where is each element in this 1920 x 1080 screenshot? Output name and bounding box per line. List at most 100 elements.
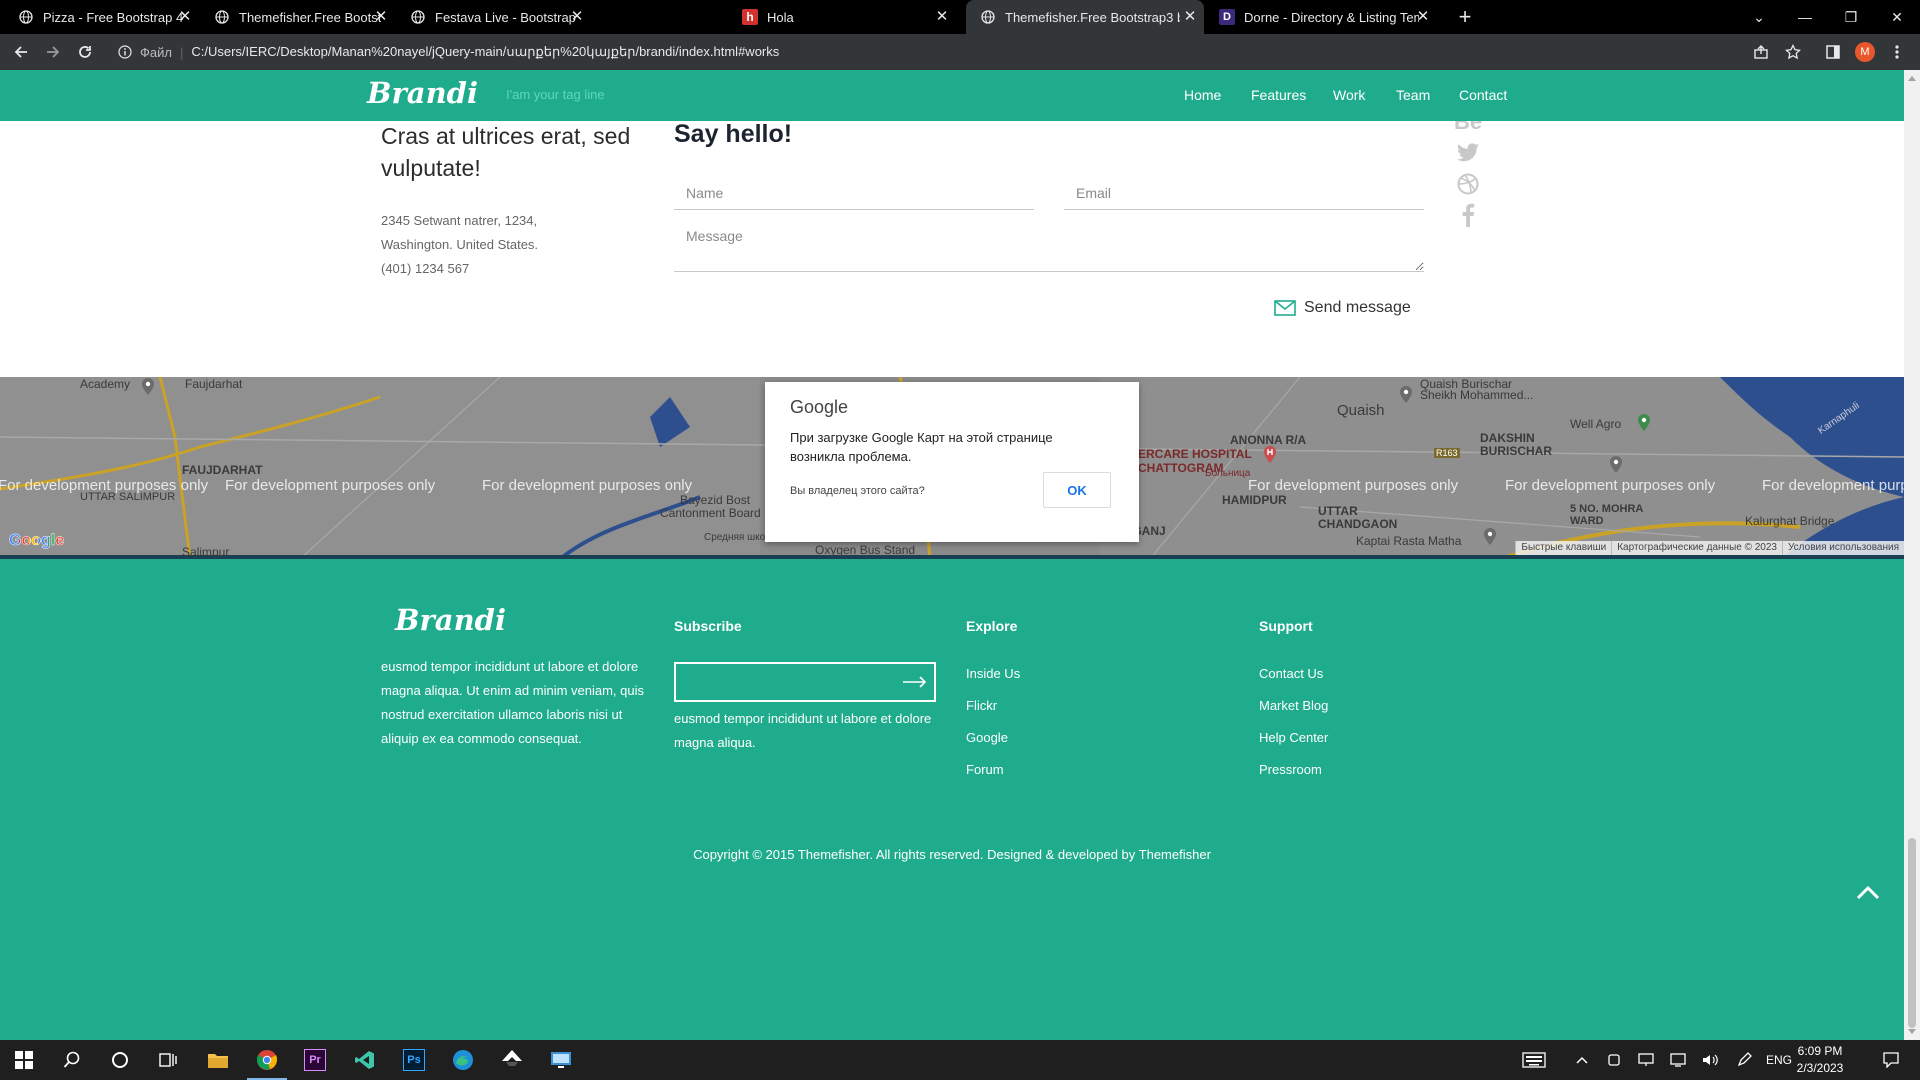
name-field[interactable]	[674, 176, 1034, 210]
browser-tab-active[interactable]: Themefisher.Free Bootstrap3 based ✕	[966, 0, 1204, 34]
map-pin-icon[interactable]	[1398, 385, 1414, 405]
bookmark-star-icon[interactable]	[1781, 40, 1805, 64]
info-icon[interactable]	[116, 43, 134, 61]
close-window-button[interactable]: ✕	[1874, 0, 1920, 34]
scrollbar-thumb[interactable]	[1908, 838, 1916, 1028]
site-tagline: I'am your tag line	[506, 87, 605, 102]
keyboard-icon[interactable]	[1517, 1040, 1551, 1080]
message-field[interactable]	[674, 222, 1424, 272]
vscode-icon[interactable]	[341, 1040, 389, 1080]
keyboard-shortcuts-link[interactable]: Быстрые клавиши	[1515, 541, 1611, 555]
footer-link-inside-us[interactable]: Inside Us	[966, 666, 1020, 681]
nav-team[interactable]: Team	[1396, 87, 1430, 103]
phone-number: (401) 1234 567	[381, 261, 470, 276]
dialog-message: При загрузке Google Карт на этой страниц…	[790, 430, 1053, 464]
back-button[interactable]	[9, 40, 33, 64]
side-panel-icon[interactable]	[1821, 40, 1845, 64]
close-tab-icon[interactable]: ✕	[569, 9, 585, 25]
browser-tab[interactable]: Festava Live - Bootstrap 5 CSS Template …	[396, 0, 591, 34]
site-logo[interactable]: Brandi	[367, 76, 478, 110]
page-scrollbar[interactable]	[1904, 70, 1920, 1040]
cortana-icon[interactable]	[96, 1040, 144, 1080]
inkscape-icon[interactable]	[488, 1040, 536, 1080]
start-icon[interactable]	[0, 1040, 48, 1080]
meet-now-icon[interactable]	[1602, 1040, 1626, 1080]
dribbble-icon[interactable]	[1453, 171, 1483, 197]
edge-icon[interactable]	[439, 1040, 487, 1080]
site-owner-link[interactable]: Вы владелец этого сайта?	[790, 485, 925, 497]
chevron-up-icon[interactable]	[1570, 1040, 1594, 1080]
footer-logo[interactable]: Brandi	[395, 603, 506, 637]
footer-link-help-center[interactable]: Help Center	[1259, 730, 1328, 745]
footer-link-flickr[interactable]: Flickr	[966, 698, 997, 713]
system-clock[interactable]: 6:09 PM 2/3/2023	[1790, 1043, 1850, 1077]
new-tab-button[interactable]: +	[1453, 5, 1477, 29]
network-icon[interactable]	[1634, 1040, 1658, 1080]
twitter-icon[interactable]	[1453, 140, 1483, 166]
map-pin-icon[interactable]	[140, 377, 156, 397]
close-tab-icon[interactable]: ✕	[1182, 9, 1198, 25]
back-to-top-button[interactable]	[1852, 879, 1884, 907]
terms-link[interactable]: Условия использования	[1782, 541, 1904, 555]
notifications-icon[interactable]	[1874, 1040, 1908, 1080]
footer-link-contact-us[interactable]: Contact Us	[1259, 666, 1323, 681]
volume-icon[interactable]	[1698, 1040, 1722, 1080]
map-attribution: Быстрые клавиши Картографические данные …	[1515, 541, 1904, 555]
share-icon[interactable]	[1749, 40, 1773, 64]
close-tab-icon[interactable]: ✕	[177, 9, 193, 25]
premiere-icon[interactable]: Pr	[291, 1040, 339, 1080]
browser-tab[interactable]: D Dorne - Directory & Listing Template ✕	[1205, 0, 1437, 34]
profile-avatar[interactable]: M	[1855, 42, 1875, 62]
google-maps-logo[interactable]: Google	[9, 532, 65, 550]
display-icon[interactable]	[1666, 1040, 1690, 1080]
facebook-icon[interactable]	[1453, 202, 1483, 228]
footer-link-google[interactable]: Google	[966, 730, 1008, 745]
forward-button[interactable]	[41, 40, 65, 64]
browser-tab[interactable]: Pizza - Free Bootstrap 4 Template ✕	[4, 0, 199, 34]
subscribe-email-input[interactable]	[674, 662, 936, 702]
restore-button[interactable]: ❐	[1828, 0, 1874, 34]
url-text[interactable]: C:/Users/IERC/Desktop/Manan%20nayel/jQue…	[191, 44, 779, 60]
nav-work[interactable]: Work	[1333, 87, 1365, 103]
contact-heading: Cras at ultrices erat, sed vulputate!	[381, 123, 631, 181]
close-tab-icon[interactable]: ✕	[1415, 9, 1431, 25]
footer-link-market-blog[interactable]: Market Blog	[1259, 698, 1328, 713]
close-tab-icon[interactable]: ✕	[934, 9, 950, 25]
map-label: Faujdarhat	[185, 377, 243, 391]
browser-menu-icon[interactable]	[1885, 40, 1909, 64]
nav-contact[interactable]: Contact	[1459, 87, 1507, 103]
task-view-icon[interactable]	[144, 1040, 192, 1080]
chrome-icon[interactable]	[243, 1040, 291, 1080]
address-bar[interactable]: Файл | C:/Users/IERC/Desktop/Manan%20nay…	[108, 38, 1808, 66]
file-explorer-icon[interactable]	[194, 1040, 242, 1080]
tab-search-icon[interactable]: ⌄	[1736, 0, 1782, 34]
email-field[interactable]	[1064, 176, 1424, 210]
map-label: DAKSHIN BURISCHAR	[1480, 431, 1552, 458]
tab-title: Festava Live - Bootstrap 5 CSS Template	[435, 9, 577, 25]
globe-icon	[410, 9, 426, 25]
reload-button[interactable]	[73, 40, 97, 64]
photoshop-icon[interactable]: Ps	[390, 1040, 438, 1080]
scroll-up-icon[interactable]	[1908, 76, 1916, 81]
subscribe-submit-button[interactable]	[898, 667, 932, 697]
close-tab-icon[interactable]: ✕	[373, 9, 389, 25]
pen-icon[interactable]	[1732, 1040, 1756, 1080]
search-icon[interactable]	[48, 1040, 96, 1080]
nav-features[interactable]: Features	[1251, 87, 1306, 103]
map-pin-icon[interactable]	[1482, 527, 1498, 547]
scroll-down-icon[interactable]	[1908, 1029, 1916, 1034]
map-label: Kaptai Rasta Matha	[1356, 534, 1462, 548]
send-message-button[interactable]: Send message	[1274, 294, 1411, 322]
remote-desktop-icon[interactable]	[537, 1040, 585, 1080]
form-title: Say hello!	[674, 120, 793, 148]
park-pin-icon[interactable]	[1636, 413, 1652, 433]
footer-link-pressroom[interactable]: Pressroom	[1259, 762, 1322, 777]
nav-home[interactable]: Home	[1184, 87, 1221, 103]
minimize-button[interactable]: —	[1782, 0, 1828, 34]
hospital-pin-icon[interactable]	[1262, 445, 1278, 465]
dialog-ok-button[interactable]: OK	[1043, 472, 1111, 508]
browser-tab[interactable]: h Hola ✕	[728, 0, 960, 34]
browser-tab[interactable]: Themefisher.Free Bootstrap3 based ✕	[200, 0, 395, 34]
map-pin-icon[interactable]	[1608, 455, 1624, 475]
footer-link-forum[interactable]: Forum	[966, 762, 1004, 777]
